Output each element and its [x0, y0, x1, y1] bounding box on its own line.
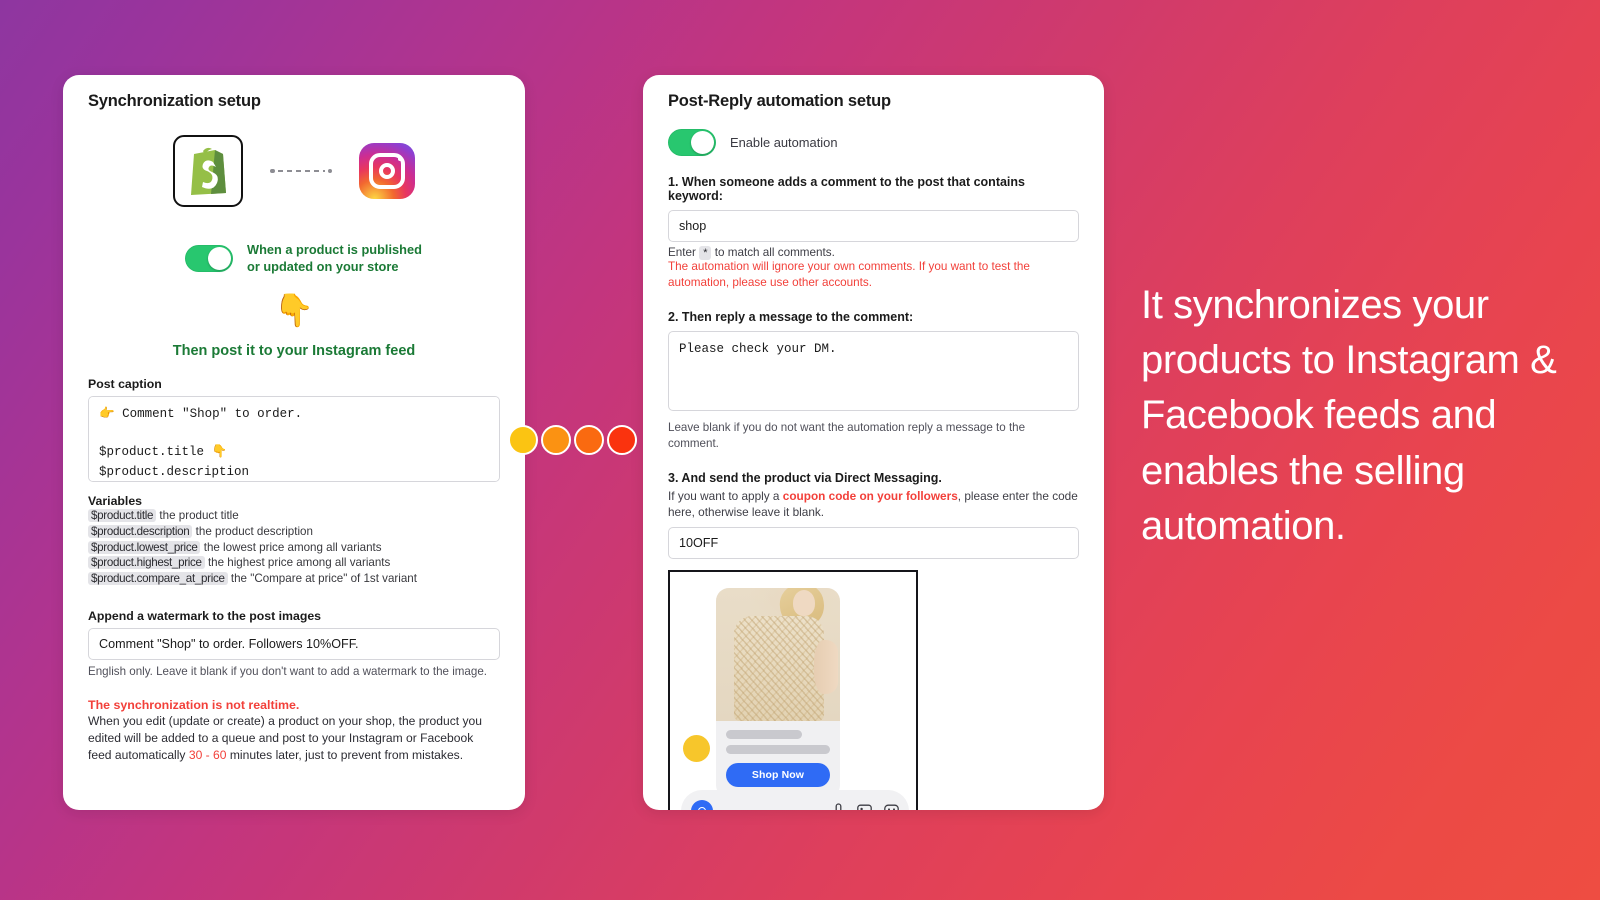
sync-warning-title: The synchronization is not realtime.: [88, 698, 300, 713]
pointing-down-hand-icon: 👇: [274, 291, 314, 328]
step2-title: 2. Then reply a message to the comment:: [668, 309, 914, 324]
publish-trigger-label-line2: or updated on your store: [247, 259, 399, 275]
product-card: Shop Now: [716, 587, 840, 798]
model-blouse: [734, 615, 824, 721]
product-photo: [716, 587, 840, 721]
step3-title: 3. And send the product via Direct Messa…: [668, 470, 942, 485]
sync-warning-highlight: 30 - 60: [188, 748, 227, 763]
coupon-code-input[interactable]: [668, 526, 1079, 559]
variable-code: $product.description: [88, 524, 193, 538]
synchronization-setup-panel: Synchronization setup When a product is …: [63, 75, 525, 810]
product-desc-placeholder: [726, 744, 830, 754]
variable-row: $product.description the product descrip…: [88, 524, 500, 540]
variables-label: Variables: [88, 493, 143, 508]
keyword-red-note: The automation will ignore your own comm…: [668, 260, 1030, 289]
promo-text: It synchronizes your products to Instagr…: [1141, 283, 1557, 548]
message-bar-icons: [832, 803, 899, 810]
publish-trigger-toggle-row[interactable]: When a product is published or updated o…: [88, 241, 500, 276]
variable-desc: the product description: [195, 524, 313, 538]
variable-row: $product.lowest_price the lowest price a…: [88, 540, 500, 556]
watermark-input[interactable]: [88, 628, 500, 661]
image-icon[interactable]: [857, 804, 872, 810]
publish-trigger-label-line1: When a product is published: [247, 242, 422, 257]
shop-now-button[interactable]: Shop Now: [726, 762, 830, 787]
connector-dots: [508, 425, 637, 455]
variable-code: $product.lowest_price: [88, 540, 201, 554]
reply-message-textarea[interactable]: Please check your DM.: [668, 330, 1079, 411]
variable-desc: the product title: [159, 508, 239, 522]
step1-title: 1. When someone adds a comment to the po…: [668, 175, 1025, 203]
variable-code: $product.title: [88, 508, 157, 522]
panel-title-synchronization: Synchronization setup: [88, 92, 261, 110]
avatar: [683, 734, 710, 762]
shopify-icon: [173, 135, 243, 207]
dotted-line-connector-icon: [270, 168, 332, 174]
variable-row: $product.highest_price the highest price…: [88, 555, 500, 571]
enable-automation-label: Enable automation: [730, 135, 838, 150]
watermark-label: Append a watermark to the post images: [88, 609, 322, 624]
variable-code: $product.compare_at_price: [88, 572, 228, 586]
post-caption-label: Post caption: [88, 376, 162, 391]
watermark-helper-text: English only. Leave it blank if you don'…: [88, 665, 487, 679]
connector-dot-2: [541, 425, 571, 455]
post-reply-automation-panel: Post-Reply automation setup Enable autom…: [643, 75, 1104, 810]
connector-dot-1: [508, 425, 538, 455]
model-face: [792, 589, 815, 616]
product-meta: Shop Now: [716, 721, 840, 798]
product-title-placeholder: [726, 729, 802, 739]
connector-dot-3: [574, 425, 604, 455]
direct-message-preview: Shop Now: [668, 569, 918, 810]
post-caption-textarea[interactable]: 👉 Comment "Shop" to order. $product.titl…: [88, 395, 500, 482]
connector-dot-4: [607, 425, 637, 455]
microphone-icon[interactable]: [832, 803, 845, 810]
camera-icon[interactable]: [691, 799, 713, 810]
keyword-hint: Enter * to match all comments.: [668, 246, 1079, 260]
instagram-icon: [359, 143, 415, 199]
coupon-note-highlight: coupon code on your followers: [782, 488, 958, 503]
sync-warning-body: When you edit (update or create) a produ…: [88, 713, 500, 764]
message-input-bar[interactable]: [681, 789, 909, 810]
variable-desc: the highest price among all variants: [207, 556, 391, 570]
then-post-text: Then post it to your Instagram feed: [172, 342, 416, 359]
enable-automation-row[interactable]: Enable automation: [668, 129, 1079, 156]
integration-logos-row: [88, 135, 500, 207]
variable-code: $product.highest_price: [88, 556, 205, 570]
coupon-note-part1: If you want to apply a: [668, 488, 783, 503]
coupon-note: If you want to apply a coupon code on yo…: [668, 488, 1079, 520]
keyword-hint-prefix: Enter: [668, 246, 696, 259]
variable-row: $product.title the product title: [88, 508, 500, 524]
panel-title-post-reply: Post-Reply automation setup: [668, 92, 891, 110]
reply-helper-text: Leave blank if you do not want the autom…: [668, 420, 1026, 450]
publish-trigger-toggle[interactable]: [185, 244, 233, 272]
variable-desc: the "Compare at price" of 1st variant: [230, 572, 417, 586]
keyword-input[interactable]: [668, 210, 1079, 242]
publish-trigger-label: When a product is published or updated o…: [247, 241, 422, 276]
model-arm: [814, 639, 838, 694]
variable-row: $product.compare_at_price the "Compare a…: [88, 571, 500, 587]
sticker-icon[interactable]: [884, 804, 899, 810]
variable-desc: the lowest price among all variants: [203, 540, 382, 554]
wildcard-chip: *: [699, 246, 712, 260]
keyword-hint-suffix: to match all comments.: [714, 246, 835, 259]
sync-warning-part2: minutes later, just to prevent from mist…: [226, 748, 464, 763]
enable-automation-toggle[interactable]: [668, 129, 716, 156]
